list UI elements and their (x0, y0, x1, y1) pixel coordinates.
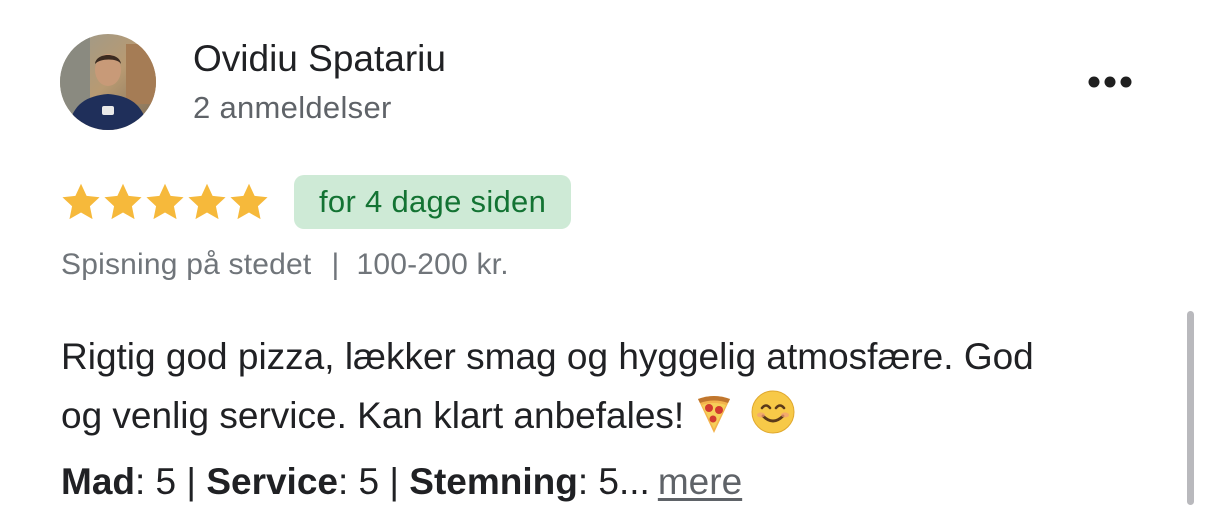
rating-label-stemning: Stemning (409, 461, 578, 502)
rating-label-mad: Mad (61, 461, 135, 502)
more-options-button[interactable] (1082, 62, 1138, 102)
review-text-line-2: og venlig service. Kan klart anbefales! (61, 386, 1161, 452)
smiling-face-emoji-icon (750, 389, 796, 452)
read-more-link[interactable]: mere (658, 461, 742, 502)
review-card: Ovidiu Spatariu 2 anmeldelser for 4 dage… (0, 0, 1206, 505)
rating-value-mad: : 5 | (135, 461, 207, 502)
review-text: Rigtig god pizza, lækker smag og hyggeli… (61, 327, 1161, 505)
avatar-photo (60, 34, 156, 130)
star-icon (62, 183, 100, 220)
review-meta: Spisning på stedet | 100-200 kr. (61, 248, 509, 282)
time-ago-badge: for 4 dage siden (294, 175, 572, 229)
author-name[interactable]: Ovidiu Spatariu (193, 38, 446, 80)
pizza-emoji-icon (692, 391, 736, 452)
rating-value-service: : 5 | (337, 461, 410, 502)
star-icon (104, 183, 142, 220)
review-text-line: Rigtig god pizza, lækker smag og hyggeli… (61, 336, 1034, 377)
rating-label-service: Service (206, 461, 338, 502)
star-icon (146, 183, 184, 220)
review-text-line: og venlig service. Kan klart anbefales! (61, 395, 685, 436)
avatar[interactable] (60, 34, 156, 130)
more-horizontal-icon (1088, 76, 1132, 88)
star-icon (188, 183, 226, 220)
star-rating (60, 181, 270, 223)
sub-ratings: Mad: 5 | Service: 5 | Stemning: 5... mere (61, 452, 1161, 505)
author-review-count: 2 anmeldelser (193, 90, 392, 125)
meta-separator: | (331, 248, 340, 281)
price-range: 100-200 kr. (356, 248, 509, 281)
star-icon (230, 183, 268, 220)
rating-value-stemning: : 5... (577, 461, 650, 502)
service-type: Spisning på stedet (61, 248, 312, 281)
scrollbar[interactable] (1187, 311, 1194, 505)
